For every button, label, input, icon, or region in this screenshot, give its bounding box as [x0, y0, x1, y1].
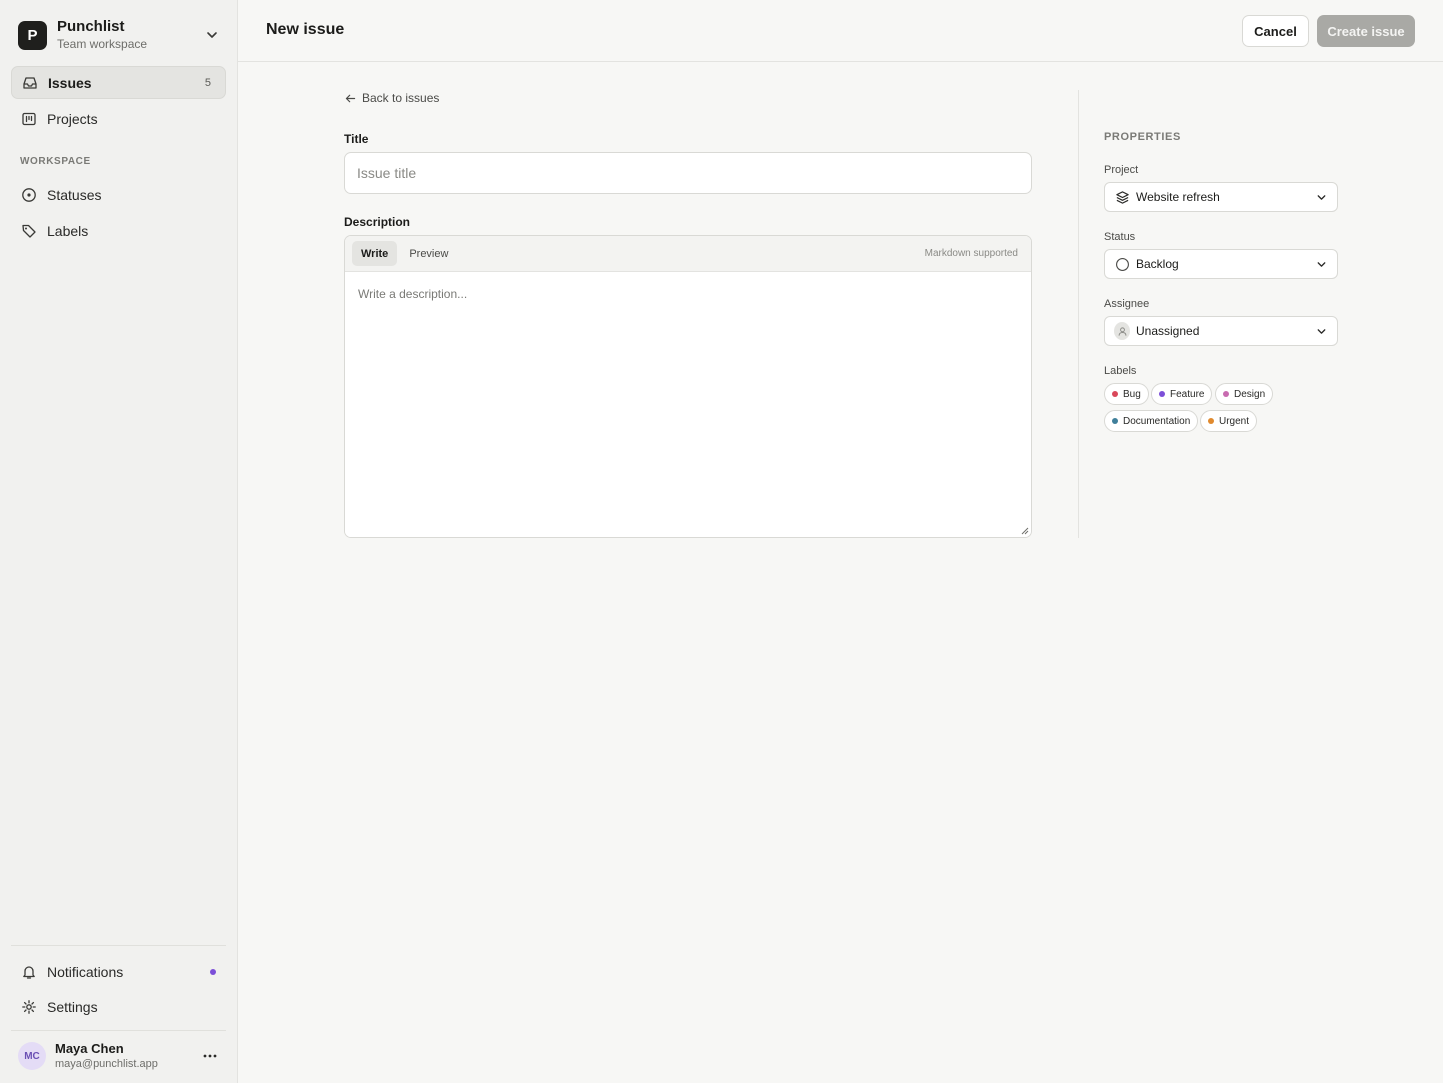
- sidebar-item-issues[interactable]: Issues 5: [11, 66, 226, 99]
- label-color-dot: [1208, 418, 1214, 424]
- sidebar-item-label: Settings: [47, 998, 98, 1015]
- back-link-label: Back to issues: [362, 91, 440, 105]
- label-chip-text: Urgent: [1219, 415, 1250, 427]
- inbox-icon: [21, 74, 38, 91]
- avatar: [1114, 322, 1130, 340]
- label-chip-text: Feature: [1170, 388, 1205, 400]
- label-chip-text: Design: [1234, 388, 1266, 400]
- sidebar-item-label: Labels: [47, 222, 89, 239]
- label-chip-urgent[interactable]: Urgent: [1200, 410, 1258, 432]
- sidebar-item-statuses[interactable]: Statuses: [11, 178, 226, 211]
- labels-label: Labels: [1104, 365, 1137, 377]
- chevron-down-icon: [1317, 261, 1326, 267]
- sidebar-item-label: Projects: [47, 110, 98, 127]
- resize-grip-icon[interactable]: [1020, 526, 1029, 535]
- workspace-info: Punchlist Team workspace: [57, 18, 204, 52]
- sidebar-item-projects[interactable]: Projects: [11, 102, 226, 135]
- ellipsis-icon: [203, 1054, 217, 1058]
- markdown-note: Markdown supported: [924, 248, 1018, 259]
- page-title: New issue: [266, 21, 345, 38]
- user-icon: [1114, 322, 1130, 340]
- status-circle-icon: [1114, 256, 1130, 272]
- create-issue-button[interactable]: Create issue: [1317, 15, 1415, 47]
- assignee-select[interactable]: Unassigned: [1104, 316, 1338, 346]
- more-options-button[interactable]: [198, 1044, 222, 1068]
- user-info: Maya Chen maya@punchlist.app: [55, 1041, 198, 1071]
- sidebar: P Punchlist Team workspace Issues 5 Proj…: [0, 0, 238, 1083]
- label-color-dot: [1112, 391, 1118, 397]
- description-label: Description: [344, 215, 411, 229]
- sidebar-item-label: Statuses: [47, 186, 102, 203]
- label-color-dot: [1159, 391, 1165, 397]
- arrow-left-icon: [345, 94, 356, 102]
- chevron-down-icon: [1317, 194, 1326, 200]
- user-profile: MC Maya Chen maya@punchlist.app: [11, 1036, 226, 1076]
- sidebar-divider: [11, 1030, 226, 1031]
- sidebar-item-label: Notifications: [47, 963, 124, 980]
- status-circle-icon: [20, 186, 37, 203]
- workspace-logo: P: [18, 20, 47, 50]
- label-chip-documentation[interactable]: Documentation: [1104, 410, 1199, 432]
- chevron-down-icon: [1317, 328, 1326, 334]
- gear-icon: [20, 998, 37, 1015]
- project-board-icon: [20, 110, 37, 127]
- description-editor: Write Preview Markdown supported: [344, 235, 1032, 538]
- issues-count-badge: 5: [204, 76, 211, 89]
- user-name: Maya Chen: [55, 1041, 124, 1056]
- label-chip-design[interactable]: Design: [1215, 383, 1274, 405]
- label-chip-feature[interactable]: Feature: [1151, 383, 1213, 405]
- workspace-subtitle: Team workspace: [57, 37, 148, 51]
- tab-write[interactable]: Write: [352, 241, 398, 266]
- issue-title-input[interactable]: [344, 152, 1032, 194]
- project-value: Website refresh: [1136, 190, 1220, 204]
- tag-icon: [20, 222, 37, 239]
- editor-toolbar: Write Preview Markdown supported: [345, 236, 1031, 272]
- user-email: maya@punchlist.app: [55, 1058, 158, 1070]
- sidebar-item-notifications[interactable]: Notifications: [11, 955, 226, 988]
- back-to-issues-link[interactable]: Back to issues: [344, 91, 439, 105]
- project-label: Project: [1104, 164, 1139, 176]
- avatar: MC: [18, 1042, 46, 1070]
- properties-divider: [1078, 90, 1079, 538]
- status-value: Backlog: [1136, 257, 1179, 271]
- layers-icon: [1114, 189, 1130, 205]
- assignee-label: Assignee: [1104, 298, 1150, 310]
- cancel-button[interactable]: Cancel: [1242, 15, 1309, 47]
- label-chip-text: Bug: [1123, 388, 1141, 400]
- label-chip-text: Documentation: [1123, 415, 1191, 427]
- label-chip-bug[interactable]: Bug: [1104, 383, 1149, 405]
- sidebar-item-settings[interactable]: Settings: [11, 990, 226, 1023]
- status-select[interactable]: Backlog: [1104, 249, 1338, 279]
- chevron-down-icon: [207, 32, 217, 38]
- bell-icon: [20, 963, 37, 980]
- section-label-workspace: WORKSPACE: [20, 156, 91, 167]
- tab-preview[interactable]: Preview: [400, 241, 457, 266]
- sidebar-item-labels[interactable]: Labels: [11, 214, 226, 247]
- notification-unread-dot: [210, 968, 216, 975]
- label-color-dot: [1223, 391, 1229, 397]
- properties-heading: PROPERTIES: [1104, 131, 1181, 143]
- sidebar-item-label: Issues: [48, 74, 92, 91]
- page-header: New issue Cancel Create issue: [238, 0, 1443, 62]
- assignee-value: Unassigned: [1136, 324, 1200, 338]
- sidebar-divider: [11, 945, 226, 946]
- title-label: Title: [344, 132, 369, 146]
- description-textarea[interactable]: [345, 272, 1031, 537]
- label-color-dot: [1112, 418, 1118, 424]
- workspace-name: Punchlist: [57, 18, 125, 35]
- project-select[interactable]: Website refresh: [1104, 182, 1338, 212]
- status-label: Status: [1104, 231, 1136, 243]
- workspace-switcher[interactable]: P Punchlist Team workspace: [10, 12, 228, 58]
